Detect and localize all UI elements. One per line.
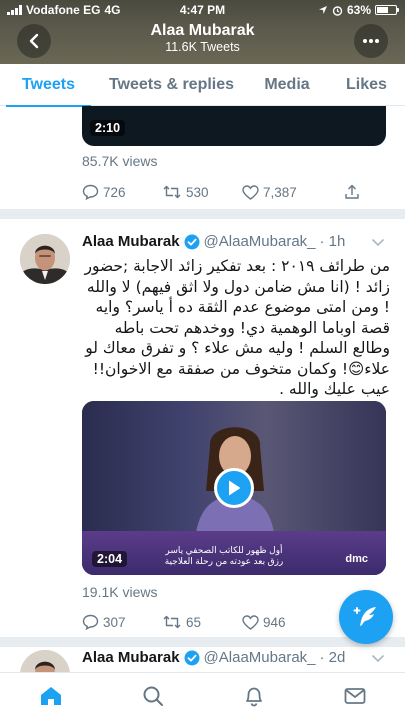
view-count: 85.7K views [82,153,158,169]
retweet-count: 530 [186,184,209,200]
tweet-actions: 726 530 7,387 [82,181,382,203]
heart-icon [242,184,259,200]
home-icon [41,687,61,705]
more-dots-icon [363,39,379,43]
reply-icon [82,184,99,200]
tweet-time: · 2d [319,649,346,666]
tweet-header: Alaa Mubarak @AlaaMubarak_ · 2d [82,649,392,666]
tab-tweets[interactable]: Tweets [0,64,97,107]
share-button[interactable] [344,184,364,200]
verified-badge-icon [184,234,200,249]
tweet-text: من طرائف ٢٠١٩ : بعد تفكير زائد الاجابة ;… [84,257,390,398]
avatar-photo [20,234,70,284]
tweet-header: Alaa Mubarak @AlaaMubarak_ · 1h [82,233,392,250]
tweet-menu-caret-icon[interactable] [371,654,385,663]
status-bar: Vodafone EG 4G 4:47 PM 63% [0,3,405,17]
bottom-navigation [0,672,405,720]
play-icon [229,480,241,496]
video-caption: أول ظهور للكاتب الصحفي ياسر رزق بعد عودت… [164,545,284,566]
video-duration: 2:04 [92,551,128,567]
mail-icon [344,688,366,704]
battery-icon [375,5,399,15]
retweet-count: 65 [186,614,202,630]
play-button[interactable] [214,468,254,508]
bell-icon [246,687,262,707]
nav-home-button[interactable] [38,683,64,709]
tweet-count: 11.6K Tweets [165,40,240,54]
location-icon [318,6,327,14]
nav-messages-button[interactable] [342,683,368,709]
profile-header: Vodafone EG 4G 4:47 PM 63% Alaa Mubarak … [0,0,405,64]
compose-tweet-button[interactable] [339,590,393,644]
battery-percent: 63% [346,3,371,17]
verified-badge-icon [184,650,200,665]
compose-tweet-icon [353,607,376,626]
like-count: 946 [263,614,286,630]
tweet-separator [0,209,405,219]
like-button[interactable]: 7,387 [242,185,322,200]
tweet-menu-caret-icon[interactable] [371,238,385,247]
tweet-separator [0,637,405,647]
author-handle[interactable]: @AlaaMubarak_ [204,233,316,250]
reply-count: 307 [103,614,126,630]
author-name[interactable]: Alaa Mubarak [82,649,180,666]
share-icon [345,184,359,199]
retweet-icon [163,615,181,629]
profile-tabs: Tweets Tweets & replies Media Likes [0,64,405,107]
like-count: 7,387 [263,184,297,200]
retweet-icon [163,185,181,199]
profile-screen: Vodafone EG 4G 4:47 PM 63% Alaa Mubarak … [0,0,405,720]
retweet-button[interactable]: 65 [162,615,242,630]
reply-button[interactable]: 307 [82,614,162,630]
reply-button[interactable]: 726 [82,184,162,200]
author-handle[interactable]: @AlaaMubarak_ [204,649,316,666]
like-button[interactable]: 946 [242,615,322,630]
heart-icon [242,614,259,630]
tweet-time: · 1h [319,233,346,250]
tab-tweets-replies[interactable]: Tweets & replies [97,64,246,106]
tweet-actions: 307 65 946 [82,611,382,633]
author-name[interactable]: Alaa Mubarak [82,233,180,250]
avatar[interactable] [20,234,70,284]
retweet-button[interactable]: 530 [162,185,242,200]
tweet-video[interactable]: 2:10 [82,106,386,146]
tweet-video[interactable]: أول ظهور للكاتب الصحفي ياسر رزق بعد عودت… [82,401,386,575]
profile-name: Alaa Mubarak [150,22,255,39]
reply-count: 726 [103,184,126,200]
tab-media[interactable]: Media [246,64,328,106]
reply-icon [82,614,99,630]
more-options-button[interactable] [354,24,388,58]
nav-search-button[interactable] [140,683,166,709]
search-icon [143,686,163,706]
tab-likes[interactable]: Likes [328,64,405,106]
view-count: 19.1K views [82,584,158,600]
video-channel-logo: dmc [345,553,368,565]
avatar-photo [20,650,70,672]
nav-notifications-button[interactable] [241,683,267,709]
video-duration: 2:10 [90,120,126,136]
avatar[interactable] [20,650,70,672]
alarm-icon [332,5,343,16]
tweet-feed[interactable]: 2:10 85.7K views 726 530 7,387 Alaa Muba… [0,106,405,672]
